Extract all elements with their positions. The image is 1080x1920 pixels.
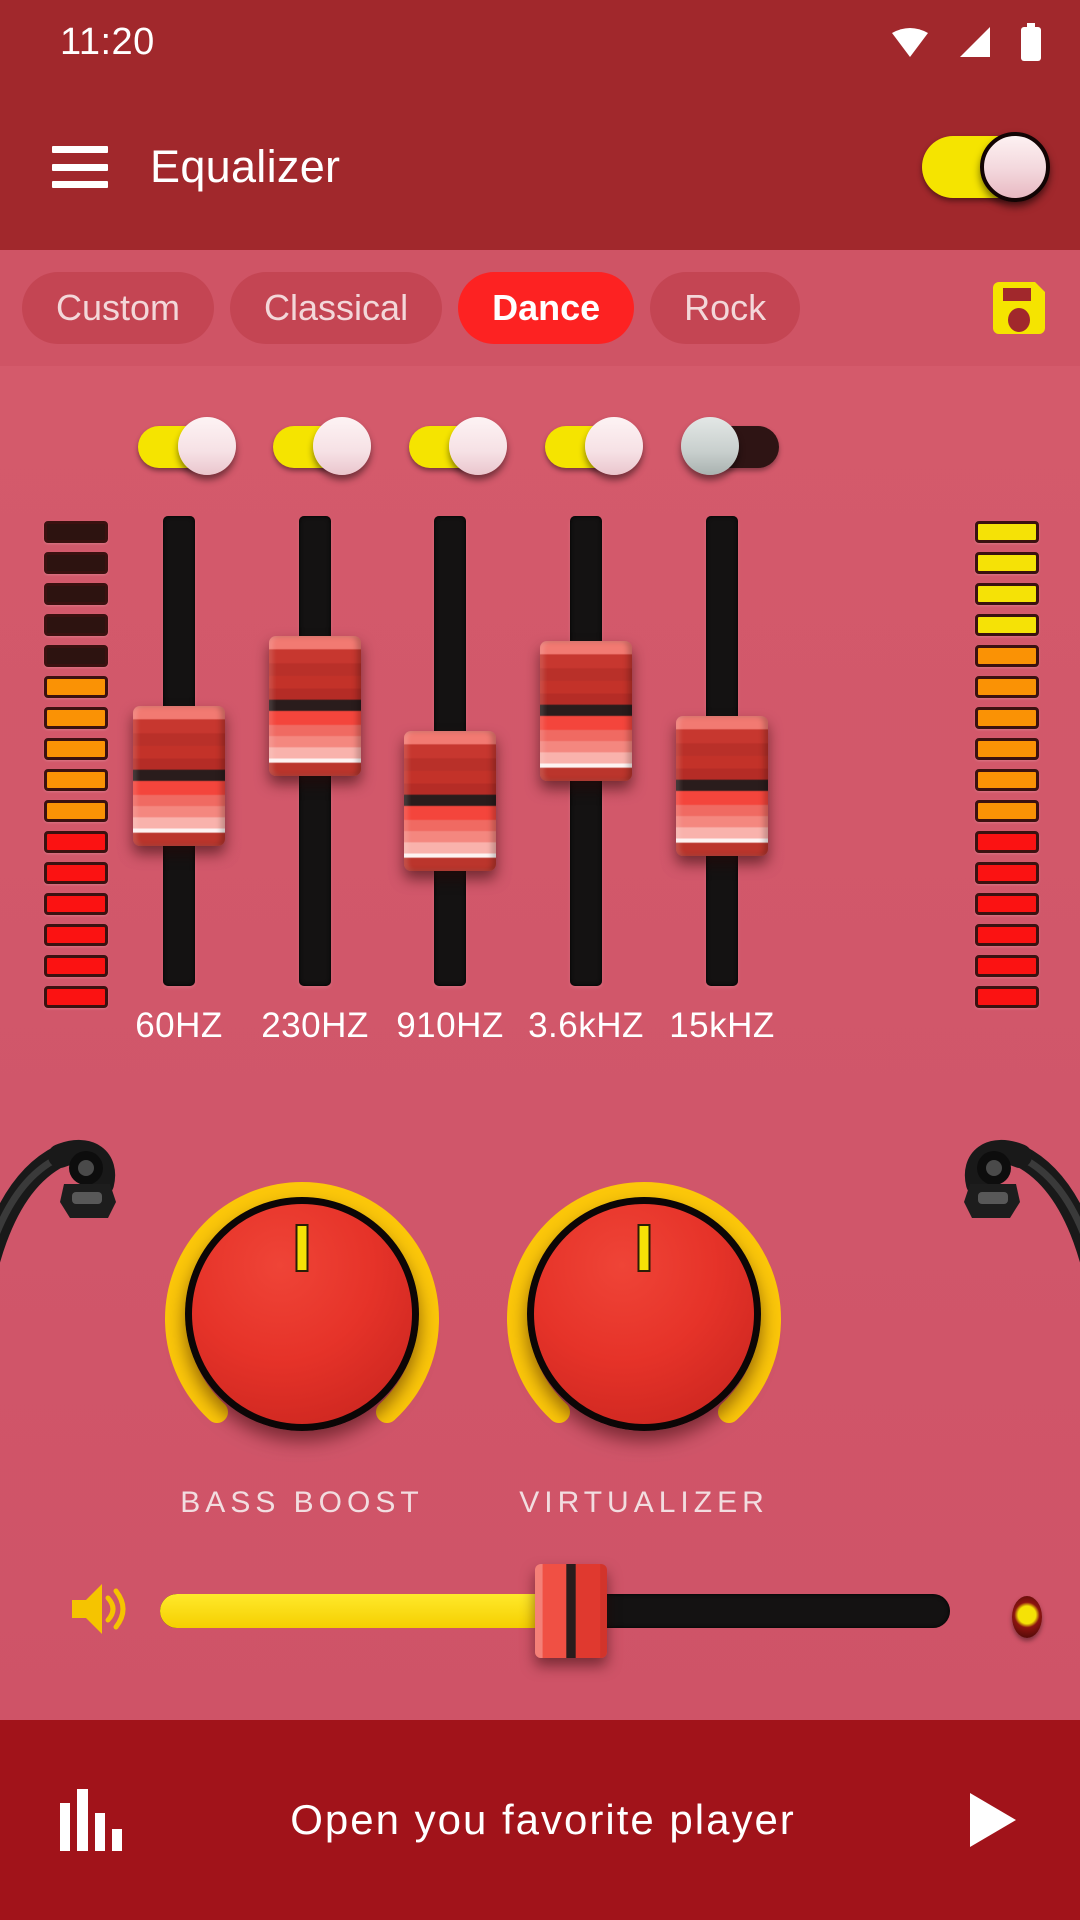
fader-15khz (647, 516, 797, 986)
bass-boost-knob[interactable] (152, 1164, 452, 1464)
preset-rock[interactable]: Rock (650, 272, 801, 344)
virtualizer-knob[interactable] (494, 1164, 794, 1464)
fader-230hz (240, 516, 390, 986)
band-toggle-15khz[interactable] (681, 417, 779, 475)
band-toggle-3600hz[interactable] (545, 417, 643, 475)
play-triangle-icon[interactable] (964, 1789, 1020, 1851)
volume-slider-track[interactable] (160, 1564, 950, 1658)
battery-icon (1021, 23, 1041, 61)
fader-thumb[interactable] (133, 706, 225, 846)
virtualizer-label: VIRTUALIZER (519, 1486, 769, 1519)
status-bar-clock: 11:20 (60, 20, 155, 63)
signal-icon (960, 27, 990, 57)
band-toggle-knob (178, 417, 236, 475)
volume-slider-fill (160, 1594, 571, 1628)
bass-boost-knob-face (185, 1197, 419, 1431)
freq-label-15khz: 15kHZ (669, 1006, 775, 1045)
fader-thumb[interactable] (269, 636, 361, 776)
fader-3600hz (511, 516, 661, 986)
meter-led (44, 986, 108, 1008)
status-bar-icons (890, 23, 1042, 61)
bottom-bar[interactable]: Open you favorite player (0, 1720, 1080, 1920)
band-toggle-60hz[interactable] (138, 417, 236, 475)
effect-knobs: BASS BOOST VIRTUALIZER (0, 1136, 1080, 1556)
band-toggle-910hz[interactable] (409, 417, 507, 475)
band-toggle-knob (585, 417, 643, 475)
meter-led (975, 986, 1039, 1008)
preset-classical[interactable]: Classical (230, 272, 443, 344)
fader-thumb[interactable] (404, 731, 496, 871)
status-bar: 11:20 (0, 0, 1080, 84)
frequency-labels: 60HZ 230HZ 910HZ 3.6kHZ 15kHZ (0, 1006, 1080, 1066)
band-toggle-knob (313, 417, 371, 475)
virtualizer-control: VIRTUALIZER (474, 1164, 814, 1520)
volume-indicator-led (1012, 1596, 1042, 1638)
cable-right-icon (964, 1140, 1080, 1263)
save-preset-button[interactable] (980, 269, 1058, 347)
master-switch-knob (980, 132, 1050, 202)
preset-dance[interactable]: Dance (458, 272, 635, 344)
band-toggle-knob (449, 417, 507, 475)
master-power-switch[interactable] (922, 132, 1050, 202)
band-faders (0, 516, 1080, 986)
volume-row (0, 1556, 1080, 1666)
wifi-icon (892, 28, 928, 57)
preset-custom[interactable]: Custom (22, 272, 215, 344)
virtualizer-indicator (637, 1224, 651, 1272)
fader-thumb[interactable] (540, 641, 632, 781)
band-toggle-knob (681, 417, 739, 475)
hamburger-menu-icon[interactable] (52, 146, 108, 188)
equalizer-bars-icon (60, 1789, 122, 1851)
open-player-label: Open you favorite player (290, 1796, 796, 1843)
fader-thumb[interactable] (676, 716, 768, 856)
band-toggle-row (0, 417, 1080, 496)
bass-boost-label: BASS BOOST (180, 1486, 424, 1519)
bass-boost-control: BASS BOOST (132, 1164, 472, 1520)
fader-60hz (104, 516, 254, 986)
floppy-save-icon (993, 282, 1045, 334)
equalizer-panel: 60HZ 230HZ 910HZ 3.6kHZ 15kHZ BASS BOOST… (0, 366, 1080, 1720)
band-toggle-230hz[interactable] (273, 417, 371, 475)
app-bar: Equalizer (0, 84, 1080, 250)
virtualizer-knob-face (527, 1197, 761, 1431)
volume-slider-thumb[interactable] (534, 1564, 607, 1658)
volume-speaker-icon (72, 1584, 126, 1634)
bass-boost-indicator (295, 1224, 309, 1272)
preset-bar: Custom Classical Dance Rock (0, 250, 1080, 366)
page-title: Equalizer (150, 141, 341, 192)
fader-910hz (375, 516, 525, 986)
